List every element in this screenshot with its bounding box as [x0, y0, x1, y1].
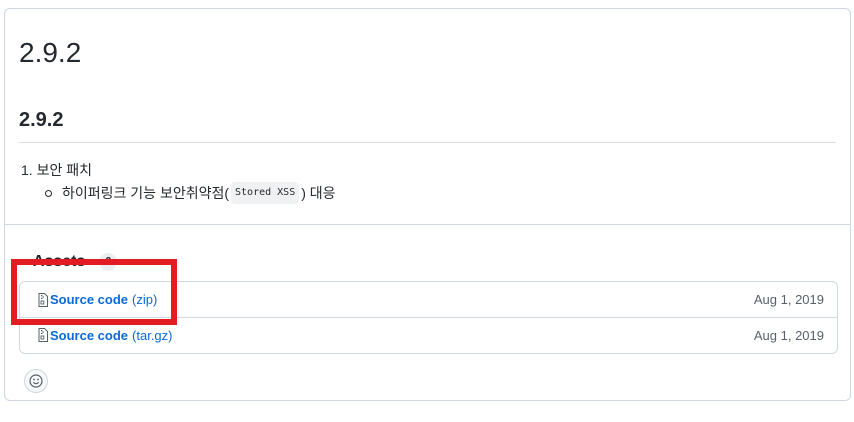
list-item-text-before: 하이퍼링크 기능 보안취약점(: [62, 185, 230, 201]
asset-row-targz: Source code (tar.gz) Aug 1, 2019: [20, 317, 837, 352]
bullet-icon: [45, 189, 52, 197]
asset-date: Aug 1, 2019: [753, 327, 824, 343]
list-item-text-after: ) 대응: [301, 185, 336, 201]
assets-toggle[interactable]: ▼ Assets 2: [19, 253, 118, 271]
add-reaction-button[interactable]: [24, 369, 48, 393]
inline-code: Stored XSS: [231, 182, 300, 204]
asset-name: Source code: [50, 292, 129, 307]
asset-name: Source code: [50, 327, 129, 343]
assets-list: Source code (zip) Aug 1, 2019 Source cod…: [19, 281, 838, 354]
assets-label: Assets: [32, 253, 86, 270]
assets-count-badge: 2: [99, 253, 118, 271]
asset-row-zip: Source code (zip) Aug 1, 2019: [20, 282, 837, 317]
file-zip-icon: [38, 292, 48, 307]
release-card: 2.9.2 2.9.2 1. 보안 패치 하이퍼링크 기능 보안취약점( Sto…: [4, 8, 851, 401]
release-title[interactable]: 2.9.2: [19, 37, 81, 69]
source-code-targz-link[interactable]: Source code (tar.gz): [38, 328, 173, 343]
list-item-xss-fix: 하이퍼링크 기능 보안취약점( Stored XSS ) 대응: [45, 182, 336, 204]
source-code-zip-link[interactable]: Source code (zip): [38, 292, 157, 307]
asset-extension: (tar.gz): [132, 327, 173, 343]
section-divider: [5, 224, 850, 225]
file-zip-icon: [38, 328, 48, 342]
release-body-heading: 2.9.2: [19, 109, 64, 131]
list-item-security-patch: 1. 보안 패치: [21, 162, 92, 178]
smiley-icon: [29, 374, 43, 388]
asset-extension: (zip): [132, 292, 158, 307]
asset-date: Aug 1, 2019: [753, 292, 824, 307]
triangle-down-icon: ▼: [19, 256, 29, 268]
heading-divider: [19, 142, 836, 143]
